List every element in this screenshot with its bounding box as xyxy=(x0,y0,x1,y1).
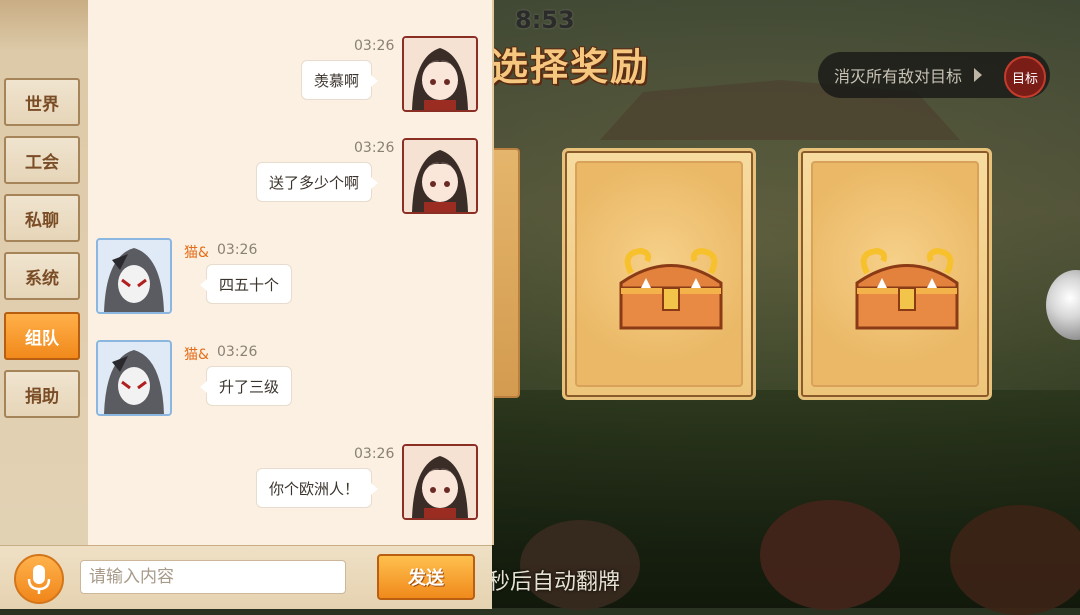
reward-card[interactable] xyxy=(562,148,756,400)
objective-text: 消灭所有敌对目标 xyxy=(834,67,963,86)
avatar[interactable] xyxy=(402,138,478,214)
send-button[interactable]: 发送 xyxy=(377,554,475,600)
teammate-avatar-icon xyxy=(98,342,170,414)
microphone-icon xyxy=(27,565,51,594)
tab-system[interactable]: 系统 xyxy=(4,252,80,300)
treasure-chest-icon xyxy=(619,247,723,330)
objective-panel[interactable]: 消灭所有敌对目标 目标 xyxy=(818,52,1050,98)
sender-name: 猫& xyxy=(184,347,209,363)
message-bubble: 你个欧洲人！ xyxy=(255,468,379,508)
message-time: 03:26 xyxy=(354,446,395,462)
teammate-avatar-icon xyxy=(98,240,170,312)
background-bush xyxy=(760,500,900,610)
tab-guild[interactable]: 工会 xyxy=(4,136,80,184)
avatar[interactable] xyxy=(402,36,478,112)
message-time: 03:26 xyxy=(217,344,258,360)
chat-tab-column: 世界 工会 私聊 系统 组队 捐助 xyxy=(0,0,89,608)
card-face xyxy=(575,161,743,387)
reward-card[interactable] xyxy=(798,148,992,400)
message-time: 03:26 xyxy=(354,140,395,156)
voice-button[interactable] xyxy=(14,554,64,604)
tab-world[interactable]: 世界 xyxy=(4,78,80,126)
chat-input-field[interactable] xyxy=(80,560,346,594)
message-time: 03:26 xyxy=(217,242,258,258)
message-bubble: 升了三级 xyxy=(199,366,293,406)
player-avatar-icon xyxy=(404,446,476,518)
message-bubble: 送了多少个啊 xyxy=(255,162,379,202)
background-bush xyxy=(950,505,1080,615)
avatar[interactable] xyxy=(96,238,172,314)
avatar[interactable] xyxy=(96,340,172,416)
sender-name: 猫& xyxy=(184,245,209,261)
battle-timer: 8:53 xyxy=(515,6,575,34)
card-face xyxy=(811,161,979,387)
chat-panel: 世界 工会 私聊 系统 组队 捐助 03:26 羡慕啊 03:26 送了多少个啊… xyxy=(0,0,494,609)
auto-flip-text: 秒后自动翻牌 xyxy=(488,570,621,595)
chat-input-bar: 发送 xyxy=(0,545,492,609)
tab-donate[interactable]: 捐助 xyxy=(4,370,80,418)
play-arrow-icon xyxy=(974,68,983,82)
message-time: 03:26 xyxy=(354,38,395,54)
player-avatar-icon xyxy=(404,140,476,212)
player-avatar-icon xyxy=(404,38,476,110)
message-bubble: 四五十个 xyxy=(199,264,293,304)
reward-title: 选择奖励 xyxy=(490,45,651,89)
objective-badge[interactable]: 目标 xyxy=(1004,56,1046,98)
message-list[interactable]: 03:26 羡慕啊 03:26 送了多少个啊 猫& 03:26 四五十个 猫& … xyxy=(88,0,494,545)
message-bubble: 羡慕啊 xyxy=(300,60,379,100)
avatar[interactable] xyxy=(402,444,478,520)
tab-team[interactable]: 组队 xyxy=(4,312,80,360)
tab-column-header xyxy=(0,0,88,50)
tab-private[interactable]: 私聊 xyxy=(4,194,80,242)
treasure-chest-icon xyxy=(855,247,959,330)
